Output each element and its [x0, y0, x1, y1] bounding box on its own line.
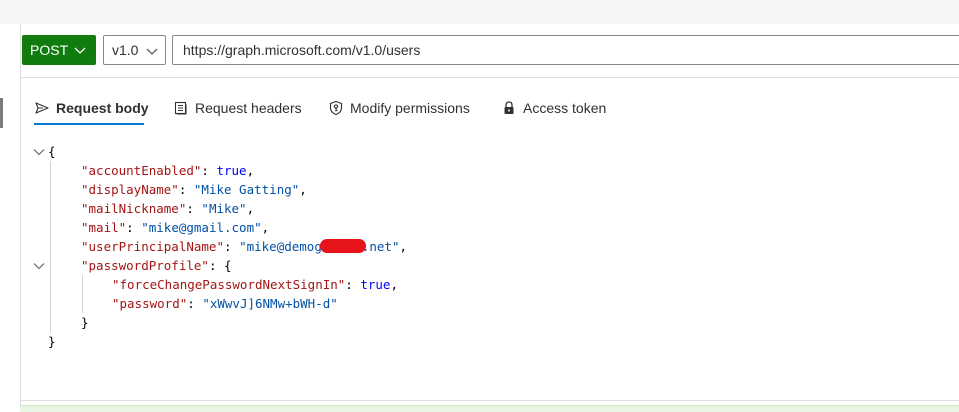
json-close-brace: }: [48, 334, 56, 349]
json-line: "mail": "mike@gmail.com",: [81, 220, 270, 235]
tab-access-token[interactable]: Access token: [501, 90, 606, 126]
active-tab-indicator: [34, 123, 144, 125]
json-line: "displayName": "Mike Gatting",: [81, 182, 307, 197]
api-version-dropdown[interactable]: v1.0: [103, 35, 166, 65]
chevron-down-icon: [146, 48, 158, 55]
json-line: "accountEnabled": true,: [81, 163, 255, 178]
fold-chevron-icon[interactable]: [33, 260, 45, 272]
json-line: "passwordProfile": {: [81, 258, 232, 273]
request-url-input[interactable]: [172, 35, 959, 65]
tab-request-headers[interactable]: Request headers: [173, 90, 302, 126]
tab-modify-permissions[interactable]: Modify permissions: [328, 90, 470, 126]
lock-icon: [504, 101, 514, 114]
tab-label: Request body: [56, 100, 149, 116]
indent-guide: [82, 275, 83, 313]
http-method-dropdown[interactable]: POST: [22, 35, 96, 65]
chevron-down-icon: [74, 47, 86, 54]
api-version-label: v1.0: [112, 42, 139, 58]
json-line: "mailNickname": "Mike",: [81, 201, 255, 216]
tab-label: Request headers: [195, 100, 302, 116]
fold-chevron-icon[interactable]: [33, 146, 45, 158]
redaction-mark: [319, 239, 366, 253]
json-open-brace: {: [48, 144, 56, 159]
indent-guide: [50, 161, 51, 333]
left-pane: [0, 24, 20, 411]
shield-key-icon: [329, 100, 343, 116]
send-icon: [35, 102, 49, 114]
tab-label: Access token: [523, 100, 607, 116]
json-nested-close-brace: }: [81, 315, 89, 330]
json-line-nested: "password": "xWwvJ]6NMw+bWH-d": [112, 296, 338, 311]
json-line-nested: "forceChangePasswordNextSignIn": true,: [112, 277, 398, 292]
tab-request-body[interactable]: Request body: [34, 90, 149, 126]
tab-label: Modify permissions: [350, 100, 470, 116]
left-pane-scrollbar[interactable]: [0, 98, 3, 128]
json-line: "userPrincipalName": "mike@demog .net",: [81, 239, 408, 254]
http-method-label: POST: [30, 42, 69, 58]
headers-icon: [174, 101, 187, 115]
top-strip: [0, 0, 959, 24]
